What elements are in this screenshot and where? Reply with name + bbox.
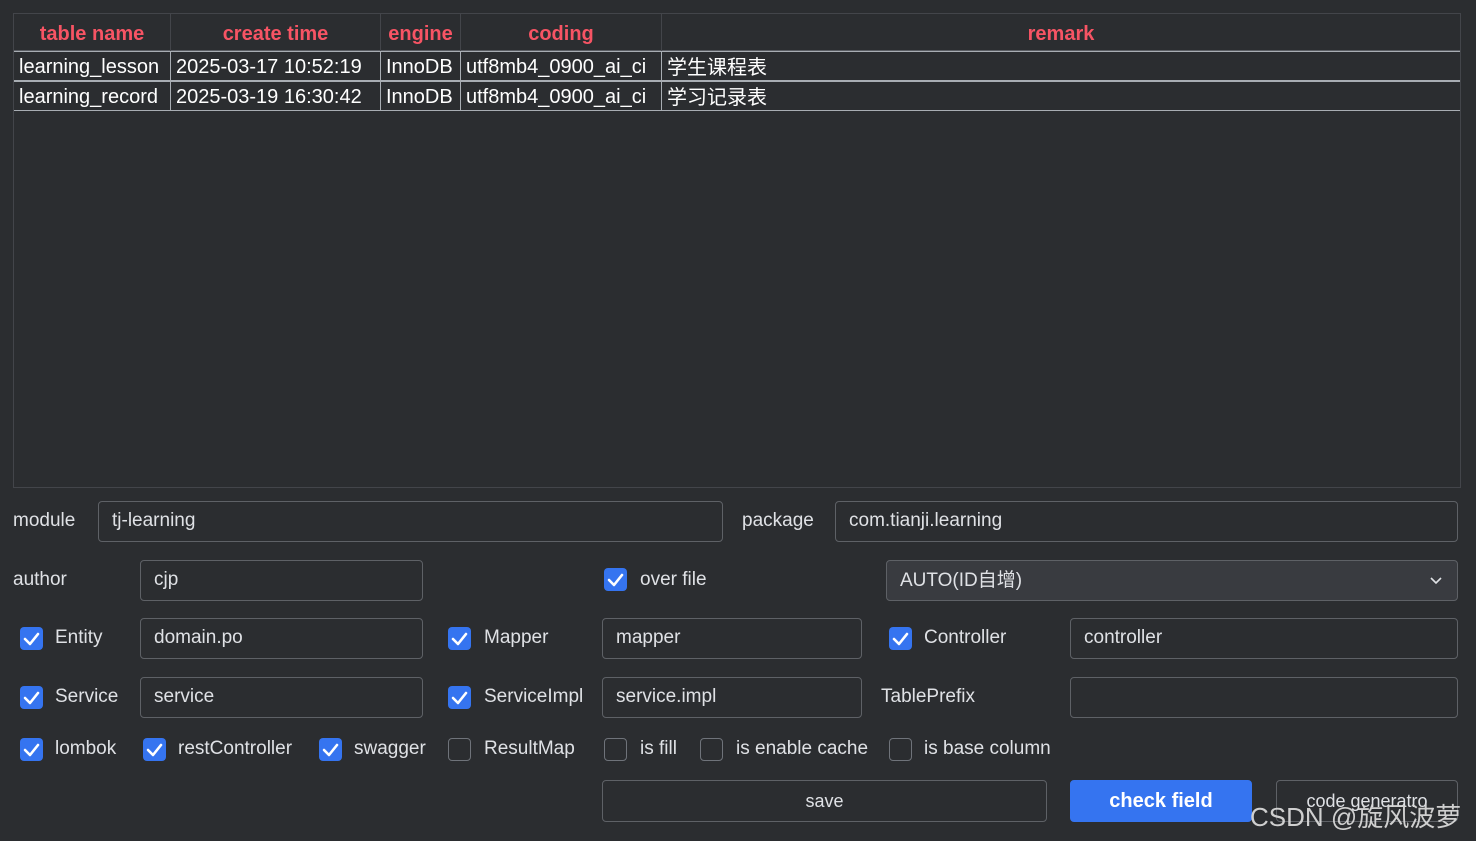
- swagger-label[interactable]: swagger: [354, 737, 426, 761]
- swagger-checkbox[interactable]: [319, 738, 342, 761]
- mapper-label[interactable]: Mapper: [484, 626, 548, 650]
- is-fill-checkbox[interactable]: [604, 738, 627, 761]
- check-icon: [607, 573, 624, 587]
- entity-package-input[interactable]: domain.po: [140, 618, 423, 659]
- tableprefix-label: TablePrefix: [881, 686, 975, 707]
- controller-checkbox[interactable]: [889, 627, 912, 650]
- author-input[interactable]: cjp: [140, 560, 423, 601]
- column-header-table-name[interactable]: table name: [14, 14, 171, 51]
- cell-coding: utf8mb4_0900_ai_ci: [461, 52, 662, 80]
- id-type-select[interactable]: AUTO(ID自增): [886, 560, 1458, 601]
- is-base-column-checkbox[interactable]: [889, 738, 912, 761]
- column-header-create-time[interactable]: create time: [171, 14, 381, 51]
- cell-remark: 学习记录表: [667, 85, 767, 109]
- table-row[interactable]: learning_lesson 2025-03-17 10:52:19 Inno…: [14, 51, 1460, 81]
- table-header: table name create time engine coding rem…: [14, 14, 1460, 51]
- over-file-label[interactable]: over file: [640, 568, 707, 592]
- cell-table-name: learning_lesson: [14, 52, 171, 80]
- table-list: table name create time engine coding rem…: [13, 13, 1461, 488]
- entity-label[interactable]: Entity: [55, 626, 103, 650]
- entity-checkbox[interactable]: [20, 627, 43, 650]
- service-package-input[interactable]: service: [140, 677, 423, 718]
- table-row[interactable]: learning_record 2025-03-19 16:30:42 Inno…: [14, 81, 1460, 111]
- check-icon: [23, 691, 40, 705]
- check-field-button[interactable]: check field: [1070, 780, 1252, 822]
- lombok-label[interactable]: lombok: [55, 737, 116, 761]
- check-icon: [451, 632, 468, 646]
- is-enable-cache-checkbox[interactable]: [700, 738, 723, 761]
- check-icon: [451, 691, 468, 705]
- cell-table-name: learning_record: [14, 82, 171, 110]
- service-checkbox[interactable]: [20, 686, 43, 709]
- service-label[interactable]: Service: [55, 685, 118, 709]
- mapper-checkbox[interactable]: [448, 627, 471, 650]
- cell-engine: InnoDB: [381, 82, 461, 110]
- check-icon: [892, 632, 909, 646]
- is-base-column-label[interactable]: is base column: [924, 737, 1051, 761]
- is-fill-label[interactable]: is fill: [640, 737, 677, 761]
- check-icon: [23, 632, 40, 646]
- save-button[interactable]: save: [602, 780, 1047, 822]
- csdn-watermark: CSDN @旋风波萝: [1250, 802, 1462, 832]
- resultmap-label[interactable]: ResultMap: [484, 737, 575, 761]
- module-input[interactable]: tj-learning: [98, 501, 723, 542]
- restcontroller-label[interactable]: restController: [178, 737, 292, 761]
- controller-package-input[interactable]: controller: [1070, 618, 1458, 659]
- serviceimpl-package-input[interactable]: service.impl: [602, 677, 862, 718]
- module-label: module: [13, 510, 76, 531]
- cell-create-time: 2025-03-19 16:30:42: [171, 82, 381, 110]
- cell-engine: InnoDB: [381, 52, 461, 80]
- cell-remark: 学生课程表: [667, 55, 767, 79]
- cell-create-time: 2025-03-17 10:52:19: [171, 52, 381, 80]
- serviceimpl-checkbox[interactable]: [448, 686, 471, 709]
- check-icon: [322, 743, 339, 757]
- column-header-engine[interactable]: engine: [381, 14, 461, 51]
- mapper-package-input[interactable]: mapper: [602, 618, 862, 659]
- package-input[interactable]: com.tianji.learning: [835, 501, 1458, 542]
- controller-label[interactable]: Controller: [924, 626, 1006, 650]
- is-enable-cache-label[interactable]: is enable cache: [736, 737, 868, 761]
- over-file-checkbox[interactable]: [604, 568, 627, 591]
- column-header-coding[interactable]: coding: [461, 14, 662, 51]
- cell-coding: utf8mb4_0900_ai_ci: [461, 82, 662, 110]
- column-header-remark[interactable]: remark: [662, 14, 1460, 51]
- tableprefix-input[interactable]: [1070, 677, 1458, 718]
- id-type-selected-value: AUTO(ID自增): [900, 570, 1023, 591]
- restcontroller-checkbox[interactable]: [143, 738, 166, 761]
- chevron-down-icon: [1430, 577, 1442, 585]
- resultmap-checkbox[interactable]: [448, 738, 471, 761]
- package-label: package: [742, 510, 814, 531]
- lombok-checkbox[interactable]: [20, 738, 43, 761]
- check-icon: [23, 743, 40, 757]
- check-icon: [146, 743, 163, 757]
- serviceimpl-label[interactable]: ServiceImpl: [484, 685, 583, 709]
- author-label: author: [13, 569, 67, 590]
